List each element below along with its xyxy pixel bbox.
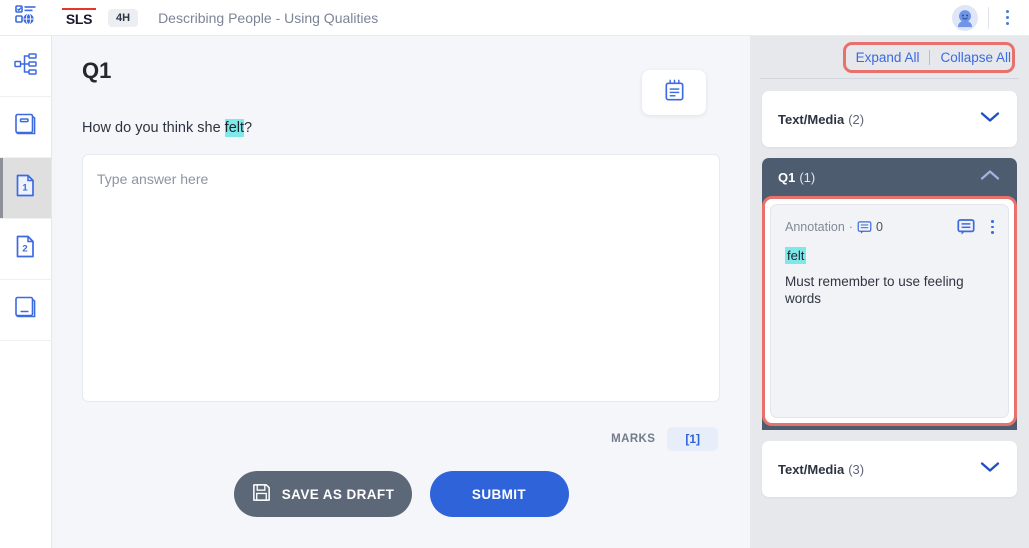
section-title: Q1 [778,169,796,185]
svg-text:1: 1 [22,183,28,194]
page-1-icon: 1 [12,172,39,204]
submit-button[interactable]: SUBMIT [429,471,569,517]
section-q1-header[interactable]: Q1 (1) [762,158,1017,196]
save-as-draft-button[interactable]: SAVE AS DRAFT [233,471,412,517]
marks-label: MARKS [611,433,656,445]
annotation-highlight-frame: Annotation · 0 felt Must remember to use… [762,196,1017,426]
panel-divider [760,78,1019,79]
sidebar-item-resources[interactable] [0,280,51,341]
question-text: How do you think she felt? [82,119,720,137]
annotation-card[interactable]: Annotation · 0 felt Must remember to use… [770,204,1009,418]
page-2-icon: 2 [12,233,39,265]
section-count: (2) [848,111,865,127]
question-text-before: How do you think she [82,120,225,136]
level-badge: 4H [108,8,139,27]
expand-collapse-row: Expand All Collapse All [762,36,1017,78]
floppy-disk-icon [251,482,272,506]
comment-bubble-icon [857,220,872,235]
submit-label: SUBMIT [471,486,527,502]
section-count: (3) [848,461,865,477]
marks-row: MARKS [1] [82,427,720,451]
annotation-label: Annotation [785,220,845,234]
chevron-up-icon[interactable] [979,168,1001,187]
sidebar-item-page-2[interactable]: 2 [0,219,51,280]
page-title: Q1 [82,58,112,83]
marks-badge: [1] [667,427,718,451]
kebab-menu-icon[interactable] [993,0,1021,35]
main-content: Q1 How do you think she felt? Type answe… [52,36,750,548]
section-title: Text/Media [778,111,845,127]
top-bar: SLS 4H Describing People - Using Qualiti… [0,0,1029,36]
section-count: (1) [799,169,816,185]
app-root: SLS 4H Describing People - Using Qualiti… [0,0,1029,548]
top-bar-divider [988,6,989,29]
section-text-media-2[interactable]: Text/Media (3) [762,441,1017,497]
book-closed-icon [12,111,39,143]
action-buttons: SAVE AS DRAFT SUBMIT [82,471,720,517]
annotation-header: Annotation · 0 [785,218,994,236]
chevron-down-icon[interactable] [979,110,1001,129]
user-avatar-icon [957,9,973,27]
expand-all-link[interactable]: Expand All [856,50,920,65]
annotation-highlighted-term-row: felt [785,236,994,265]
sidebar-item-page-1[interactable]: 1 [0,158,51,219]
lesson-title: Describing People - Using Qualities [158,9,379,26]
sidebar-item-cover[interactable] [0,97,51,158]
section-q1-body: Annotation · 0 felt Must remember to use… [762,196,1017,430]
book-open-icon [12,294,39,326]
notes-button[interactable] [642,70,706,115]
collapse-all-link[interactable]: Collapse All [940,50,1011,65]
sidebar-filler [0,341,51,548]
sidebar-item-overview[interactable] [0,36,51,97]
question-text-after: ? [244,120,253,136]
sls-task-globe-icon [14,3,38,32]
avatar[interactable] [952,4,978,31]
brand-accent-bar [62,7,96,11]
right-panel: Expand All Collapse All Text/Media (2) Q… [750,36,1029,548]
annotation-separator: · [848,220,853,234]
section-title: Text/Media [778,461,845,477]
left-sidebar: 1 2 [0,36,52,548]
top-bar-actions [952,0,1029,35]
comment-bubble-icon[interactable] [957,218,975,236]
svg-text:2: 2 [22,244,27,255]
annotation-comment-count: 0 [875,220,883,234]
answer-placeholder: Type answer here [97,171,209,187]
annotation-actions [957,218,994,236]
annotation-highlighted-term: felt [785,247,807,264]
app-logo-button[interactable] [0,3,52,32]
sls-brand-logo[interactable]: SLS [62,7,96,28]
notepad-icon [662,78,687,108]
app-body: 1 2 Q1 How do you think she felt? Type a… [0,36,1029,548]
save-as-draft-label: SAVE AS DRAFT [281,486,395,502]
link-separator [929,49,931,65]
answer-input[interactable]: Type answer here [82,154,720,402]
annotation-note-text: Must remember to use feeling words [785,274,964,306]
hierarchy-tree-icon [13,51,39,82]
brand-text: SLS [65,11,93,28]
section-text-media-1[interactable]: Text/Media (2) [762,91,1017,147]
chevron-down-icon[interactable] [979,460,1001,479]
question-highlight: felt [224,119,245,137]
section-q1: Q1 (1) Annotation · 0 felt Must remember… [762,158,1017,430]
kebab-menu-icon[interactable] [991,220,994,234]
